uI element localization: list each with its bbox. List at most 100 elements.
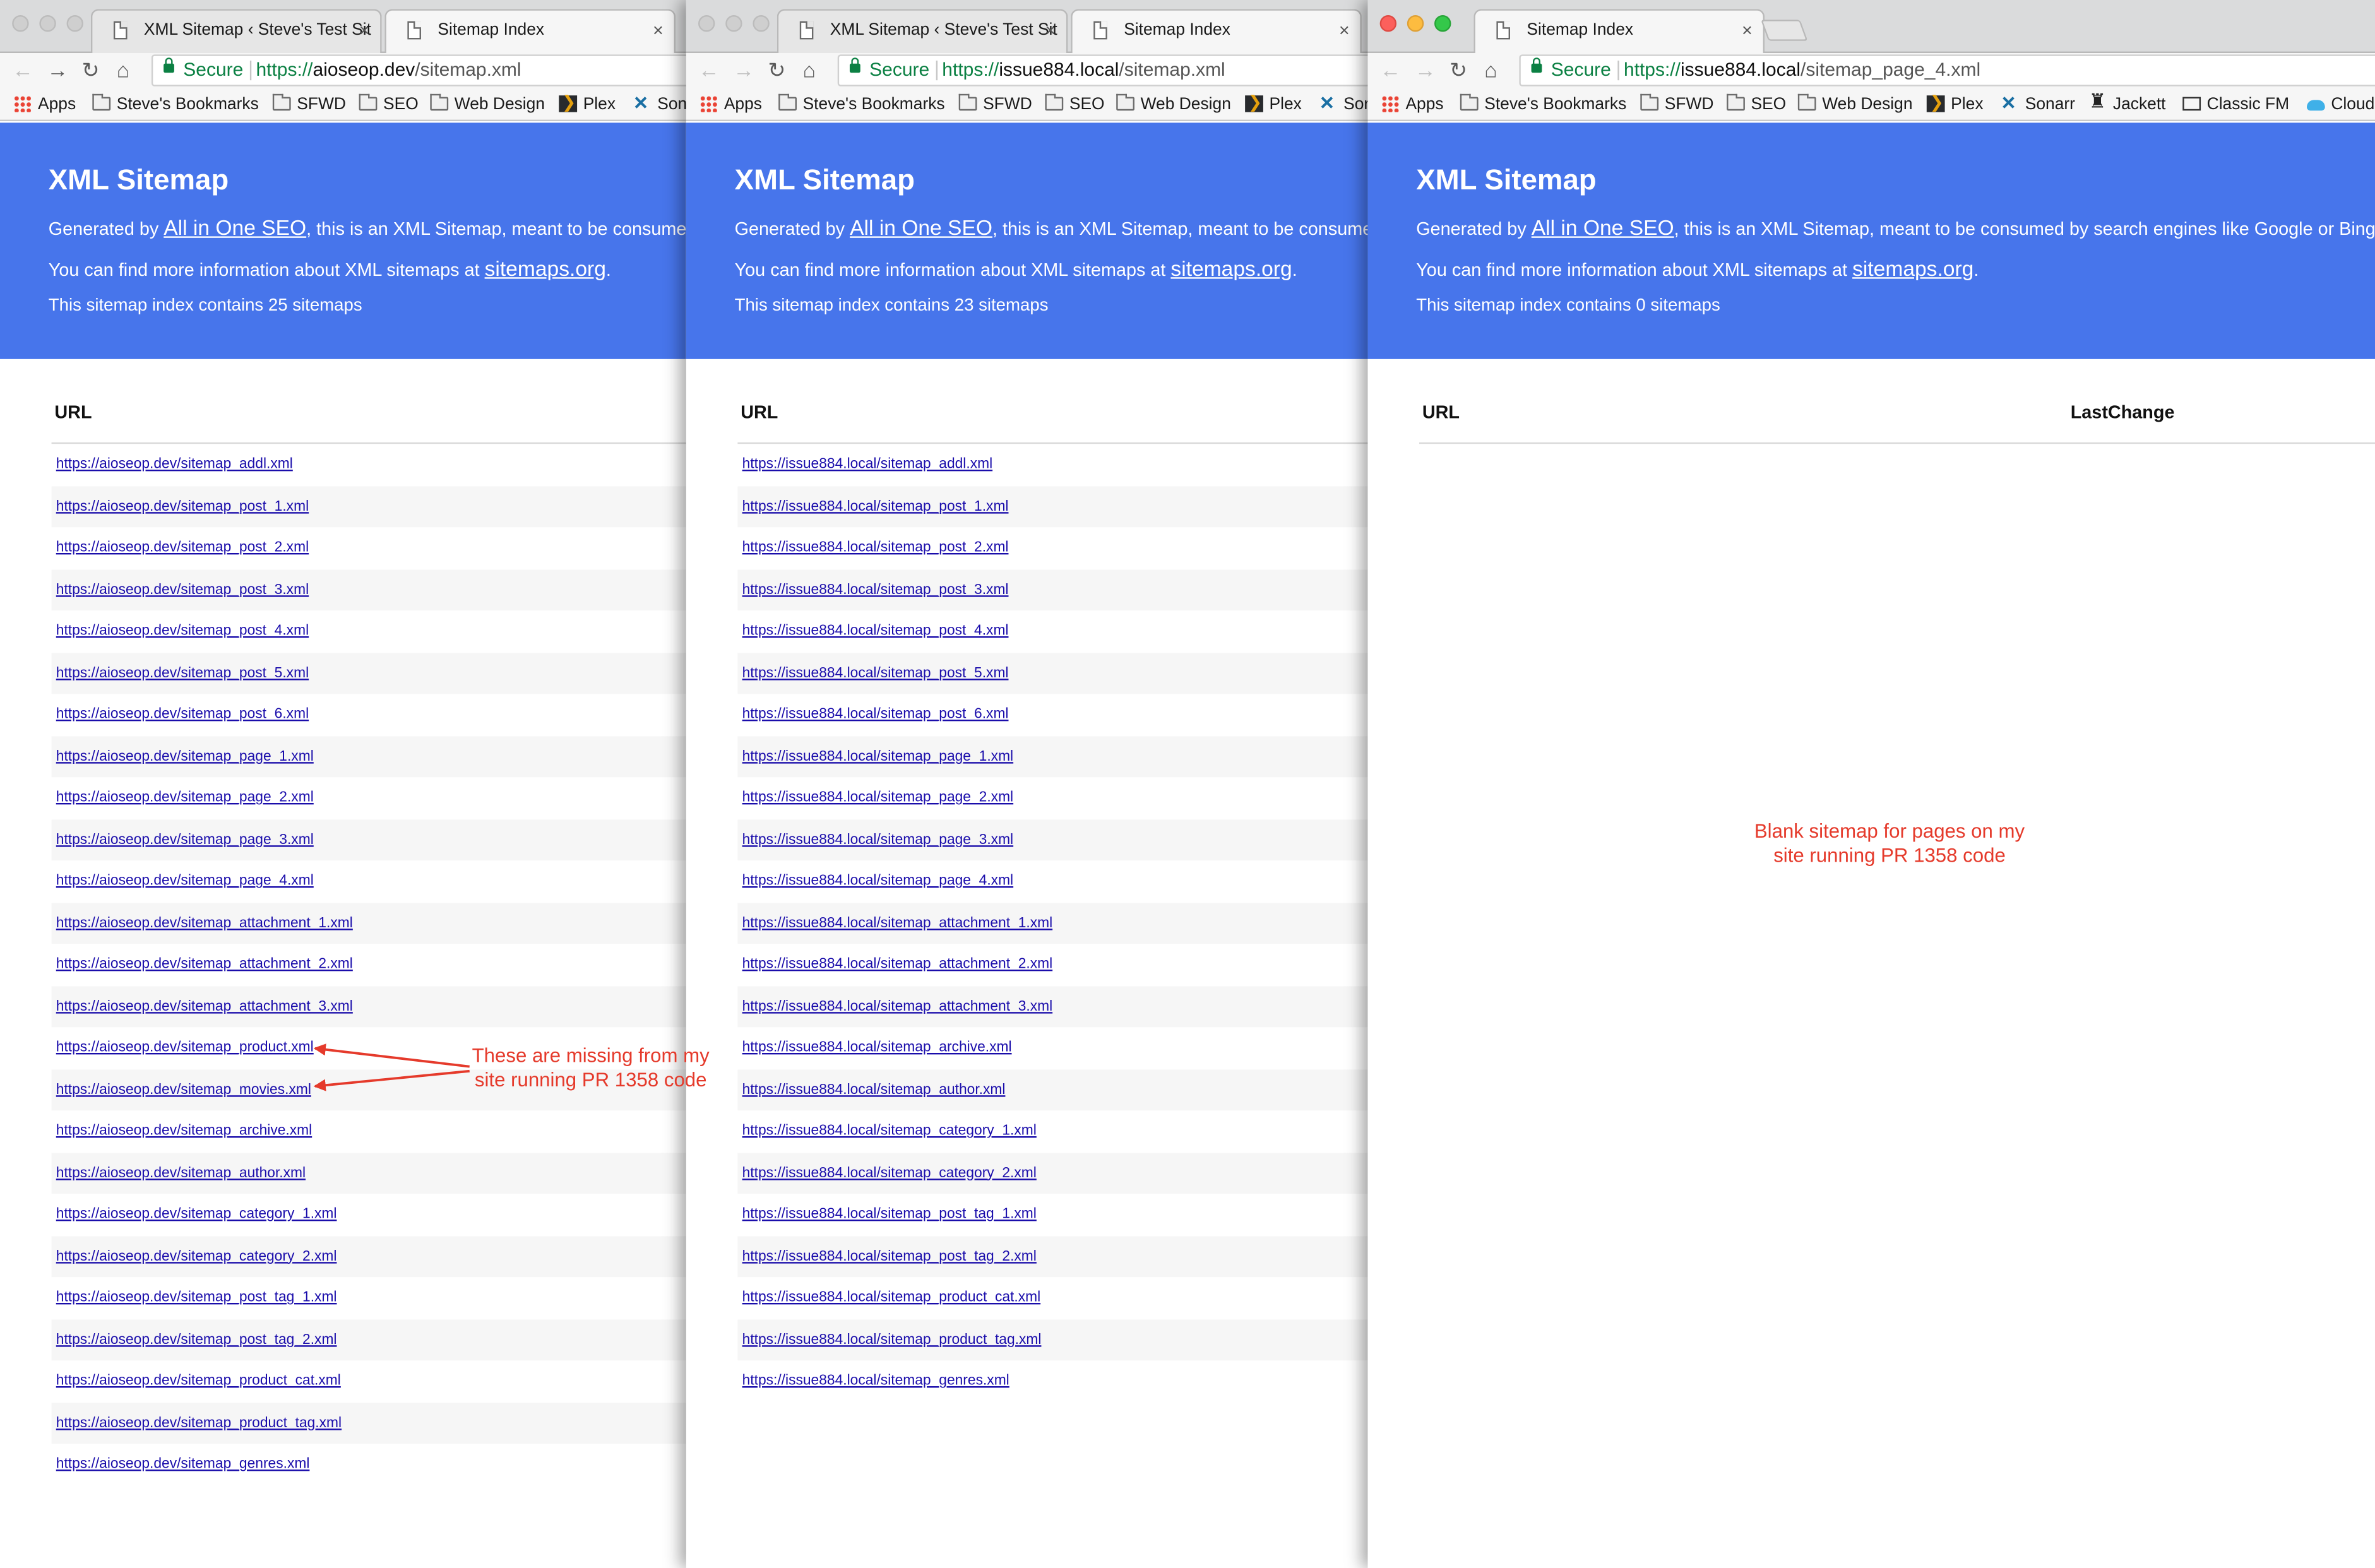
- forward-button[interactable]: →: [47, 57, 68, 81]
- close-tab-icon[interactable]: ×: [1742, 11, 1753, 50]
- address-bar[interactable]: Secure https://issue884.local/sitemap_pag…: [1519, 54, 2375, 86]
- bookmark-sonarr[interactable]: Sonarr: [633, 92, 686, 116]
- sitemap-link[interactable]: https://issue884.local/sitemap_post_6.xm…: [742, 706, 1009, 724]
- sitemap-link[interactable]: https://aioseop.dev/sitemap_page_3.xml: [56, 831, 314, 849]
- sitemap-link[interactable]: https://issue884.local/sitemap_author.xm…: [742, 1081, 1006, 1099]
- sitemap-link[interactable]: https://aioseop.dev/sitemap_genres.xml: [56, 1456, 310, 1474]
- window-zoom-button[interactable]: [66, 15, 83, 32]
- sitemap-link[interactable]: https://aioseop.dev/sitemap_post_3.xml: [56, 581, 309, 599]
- sitemap-link[interactable]: https://issue884.local/sitemap_post_5.xm…: [742, 664, 1009, 682]
- sitemap-link[interactable]: https://aioseop.dev/sitemap_attachment_1…: [56, 914, 353, 932]
- bookmark-steve-s-bookmarks[interactable]: Steve's Bookmarks: [92, 93, 259, 116]
- reload-button[interactable]: ↻: [82, 57, 100, 81]
- reload-button[interactable]: ↻: [1449, 57, 1467, 81]
- tab-sitemap-index[interactable]: Sitemap Index ×: [1473, 9, 1765, 55]
- sitemap-link[interactable]: https://issue884.local/sitemap_product_t…: [742, 1331, 1042, 1349]
- bookmark-apps[interactable]: Apps: [13, 94, 76, 116]
- tab-xml-sitemap[interactable]: XML Sitemap ‹ Steve's Test Site ×: [777, 9, 1068, 53]
- bookmark-sfwd[interactable]: SFWD: [1640, 93, 1713, 116]
- sitemap-link[interactable]: https://issue884.local/sitemap_page_1.xm…: [742, 747, 1014, 766]
- sitemap-link[interactable]: https://issue884.local/sitemap_post_2.xm…: [742, 539, 1009, 557]
- sitemap-link[interactable]: https://issue884.local/sitemap_post_tag_…: [742, 1206, 1037, 1224]
- bookmark-apps[interactable]: Apps: [1381, 94, 1444, 116]
- address-bar[interactable]: Secure https://aioseop.dev/sitemap.xml: [151, 54, 686, 86]
- sitemap-link[interactable]: https://aioseop.dev/sitemap_category_1.x…: [56, 1206, 337, 1224]
- new-tab-button[interactable]: [1760, 20, 1808, 41]
- sitemap-link[interactable]: https://issue884.local/sitemap_addl.xml: [742, 456, 993, 474]
- close-tab-icon[interactable]: ×: [1339, 11, 1350, 50]
- forward-button[interactable]: →: [1415, 57, 1436, 81]
- sitemap-link[interactable]: https://issue884.local/sitemap_post_3.xm…: [742, 581, 1009, 599]
- bookmark-plex[interactable]: Plex: [1245, 92, 1302, 116]
- tab-sitemap-index[interactable]: Sitemap Index ×: [1071, 9, 1362, 55]
- sitemap-link[interactable]: https://issue884.local/sitemap_attachmen…: [742, 956, 1053, 974]
- back-button[interactable]: ←: [1380, 57, 1402, 81]
- sitemap-link[interactable]: https://aioseop.dev/sitemap_post_1.xml: [56, 497, 309, 516]
- sitemap-link[interactable]: https://aioseop.dev/sitemap_post_5.xml: [56, 664, 309, 682]
- bookmark-plex[interactable]: Plex: [1926, 92, 1984, 116]
- tab-sitemap-index[interactable]: Sitemap Index ×: [384, 9, 676, 55]
- sitemap-link[interactable]: https://aioseop.dev/sitemap_attachment_3…: [56, 997, 353, 1016]
- home-button[interactable]: ⌂: [117, 57, 129, 81]
- close-tab-icon[interactable]: ×: [653, 11, 664, 50]
- sitemap-link[interactable]: https://aioseop.dev/sitemap_post_tag_2.x…: [56, 1331, 337, 1349]
- sitemap-link[interactable]: https://aioseop.dev/sitemap_post_2.xml: [56, 539, 309, 557]
- window-zoom-button[interactable]: [1434, 15, 1451, 32]
- sitemap-link[interactable]: https://aioseop.dev/sitemap_author.xml: [56, 1164, 306, 1182]
- window-minimize-button[interactable]: [1407, 15, 1424, 32]
- sitemap-link[interactable]: https://issue884.local/sitemap_attachmen…: [742, 997, 1053, 1016]
- aioseo-link[interactable]: All in One SEO: [1532, 215, 1674, 239]
- back-button[interactable]: ←: [698, 57, 720, 81]
- sitemap-link[interactable]: https://issue884.local/sitemap_category_…: [742, 1164, 1037, 1182]
- bookmark-sonarr[interactable]: Sonarr: [2001, 92, 2075, 116]
- bookmark-apps[interactable]: Apps: [699, 94, 762, 116]
- address-bar[interactable]: Secure https://issue884.local/sitemap.xml: [837, 54, 1368, 86]
- aioseo-link[interactable]: All in One SEO: [164, 215, 306, 239]
- back-button[interactable]: ←: [12, 57, 33, 81]
- bookmark-seo[interactable]: SEO: [359, 93, 419, 116]
- sitemap-link[interactable]: https://issue884.local/sitemap_page_2.xm…: [742, 789, 1014, 807]
- home-button[interactable]: ⌂: [803, 57, 816, 81]
- bookmark-plex[interactable]: Plex: [559, 92, 616, 116]
- aioseo-link[interactable]: All in One SEO: [850, 215, 992, 239]
- home-button[interactable]: ⌂: [1484, 57, 1497, 81]
- bookmark-jackett[interactable]: Jackett: [2088, 91, 2165, 116]
- window-close-button[interactable]: [12, 15, 29, 32]
- sitemap-link[interactable]: https://aioseop.dev/sitemap_addl.xml: [56, 456, 293, 474]
- reload-button[interactable]: ↻: [768, 57, 785, 81]
- sitemap-link[interactable]: https://issue884.local/sitemap_post_1.xm…: [742, 497, 1009, 516]
- sitemap-link[interactable]: https://issue884.local/sitemap_page_3.xm…: [742, 831, 1014, 849]
- sitemap-link[interactable]: https://issue884.local/sitemap_page_4.xm…: [742, 872, 1014, 891]
- sitemap-link[interactable]: https://issue884.local/sitemap_attachmen…: [742, 914, 1053, 932]
- bookmark-sfwd[interactable]: SFWD: [272, 93, 346, 116]
- sitemap-link[interactable]: https://aioseop.dev/sitemap_page_1.xml: [56, 747, 314, 766]
- sitemap-link[interactable]: https://aioseop.dev/sitemap_post_6.xml: [56, 706, 309, 724]
- sitemap-link[interactable]: https://aioseop.dev/sitemap_page_4.xml: [56, 872, 314, 891]
- window-close-button[interactable]: [698, 15, 715, 32]
- sitemap-link[interactable]: https://aioseop.dev/sitemap_product_cat.…: [56, 1372, 341, 1391]
- bookmark-seo[interactable]: SEO: [1727, 93, 1786, 116]
- tab-xml-sitemap[interactable]: XML Sitemap ‹ Steve's Test Site ×: [90, 9, 382, 53]
- sitemap-link[interactable]: https://aioseop.dev/sitemap_movies.xml: [56, 1081, 311, 1099]
- window-zoom-button[interactable]: [753, 15, 770, 32]
- bookmark-cloud[interactable]: Cloud: [2306, 94, 2374, 116]
- window-minimize-button[interactable]: [39, 15, 56, 32]
- sitemap-link[interactable]: https://aioseop.dev/sitemap_post_4.xml: [56, 622, 309, 641]
- sitemap-link[interactable]: https://aioseop.dev/sitemap_archive.xml: [56, 1122, 312, 1141]
- sitemaps-org-link[interactable]: sitemaps.org: [1852, 256, 1973, 280]
- bookmark-seo[interactable]: SEO: [1045, 93, 1105, 116]
- bookmark-steve-s-bookmarks[interactable]: Steve's Bookmarks: [778, 93, 945, 116]
- sitemap-link[interactable]: https://aioseop.dev/sitemap_attachment_2…: [56, 956, 353, 974]
- bookmark-web-design[interactable]: Web Design: [1797, 93, 1913, 116]
- sitemaps-org-link[interactable]: sitemaps.org: [1170, 256, 1292, 280]
- close-tab-icon[interactable]: ×: [1045, 11, 1056, 50]
- bookmark-steve-s-bookmarks[interactable]: Steve's Bookmarks: [1460, 93, 1626, 116]
- bookmark-classic-fm[interactable]: Classic FM: [2182, 94, 2289, 116]
- sitemap-link[interactable]: https://issue884.local/sitemap_genres.xm…: [742, 1372, 1009, 1391]
- close-tab-icon[interactable]: ×: [359, 11, 370, 50]
- sitemap-link[interactable]: https://issue884.local/sitemap_post_tag_…: [742, 1247, 1037, 1266]
- window-minimize-button[interactable]: [725, 15, 742, 32]
- sitemaps-org-link[interactable]: sitemaps.org: [485, 256, 606, 280]
- sitemap-link[interactable]: https://aioseop.dev/sitemap_category_2.x…: [56, 1247, 337, 1266]
- window-close-button[interactable]: [1379, 15, 1397, 32]
